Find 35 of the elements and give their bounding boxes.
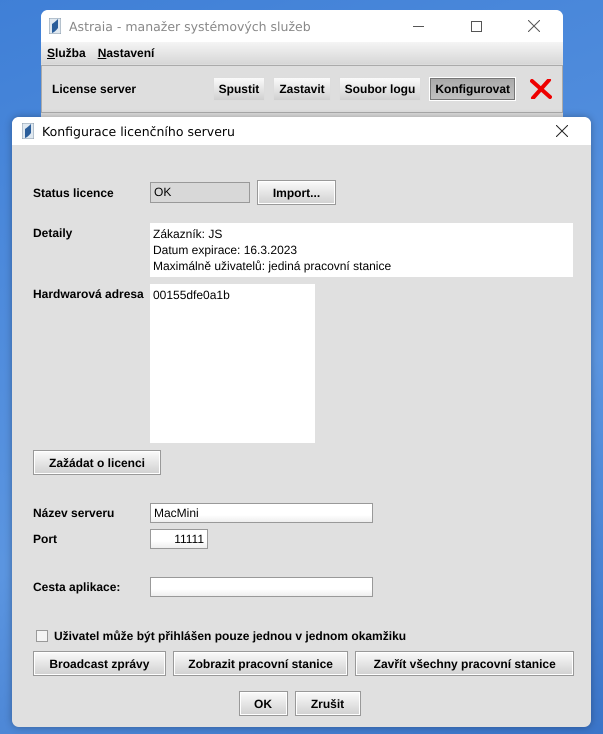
details-line: Datum expirace: 16.3.2023 bbox=[153, 242, 298, 258]
app-path-field[interactable] bbox=[150, 577, 373, 597]
details-line: Zákazník: JS bbox=[153, 226, 224, 242]
hardware-address-area: 00155dfe0a1b bbox=[150, 284, 315, 443]
app-icon bbox=[49, 18, 61, 34]
service-name: License server bbox=[52, 82, 138, 96]
remove-icon[interactable] bbox=[530, 79, 552, 99]
menu-item[interactable]: Nastavení bbox=[98, 46, 154, 60]
import-button[interactable]: Import... bbox=[257, 180, 336, 205]
field-label: Název serveru bbox=[33, 506, 116, 520]
dialog-title: Konfigurace licenčního serveru bbox=[42, 124, 236, 138]
toolbar-button[interactable]: Konfigurovat bbox=[429, 77, 516, 101]
checkbox-label: Uživatel může být přihlášen pouze jednou v jednom okamžiku bbox=[54, 629, 406, 643]
field-label: Port bbox=[33, 532, 58, 546]
cancel-button[interactable]: Zrušit bbox=[294, 691, 360, 716]
ok-button[interactable]: OK bbox=[238, 691, 288, 716]
details-line: Maximálně uživatelů: jediná pracovní stanice bbox=[153, 258, 392, 274]
field-label: Detaily bbox=[33, 226, 74, 240]
field-label: Status licence bbox=[33, 186, 115, 200]
request-license-button[interactable]: Zažádat o licenci bbox=[33, 450, 161, 475]
port-field[interactable]: 11111 bbox=[150, 529, 208, 549]
window-title: Astraia - manažer systémových služeb bbox=[69, 18, 312, 34]
toolbar-button[interactable]: Soubor logu bbox=[338, 77, 422, 101]
field-label: Cesta aplikace: bbox=[33, 580, 122, 594]
action-button[interactable]: Zobrazit pracovní stanice bbox=[172, 651, 348, 676]
toolbar-button[interactable]: Spustit bbox=[212, 77, 266, 101]
checkbox[interactable] bbox=[36, 630, 48, 642]
action-button[interactable]: Broadcast zprávy bbox=[33, 651, 166, 676]
toolbar-button[interactable]: Zastavit bbox=[273, 77, 331, 101]
app-icon bbox=[22, 123, 34, 139]
action-button[interactable]: Zavřít všechny pracovní stanice bbox=[355, 651, 574, 676]
status-field: OK bbox=[150, 182, 250, 203]
server-name-field[interactable]: MacMini bbox=[150, 503, 373, 523]
field-label: Hardwarová adresa bbox=[33, 287, 145, 301]
menu-item[interactable]: Služba bbox=[47, 46, 86, 60]
